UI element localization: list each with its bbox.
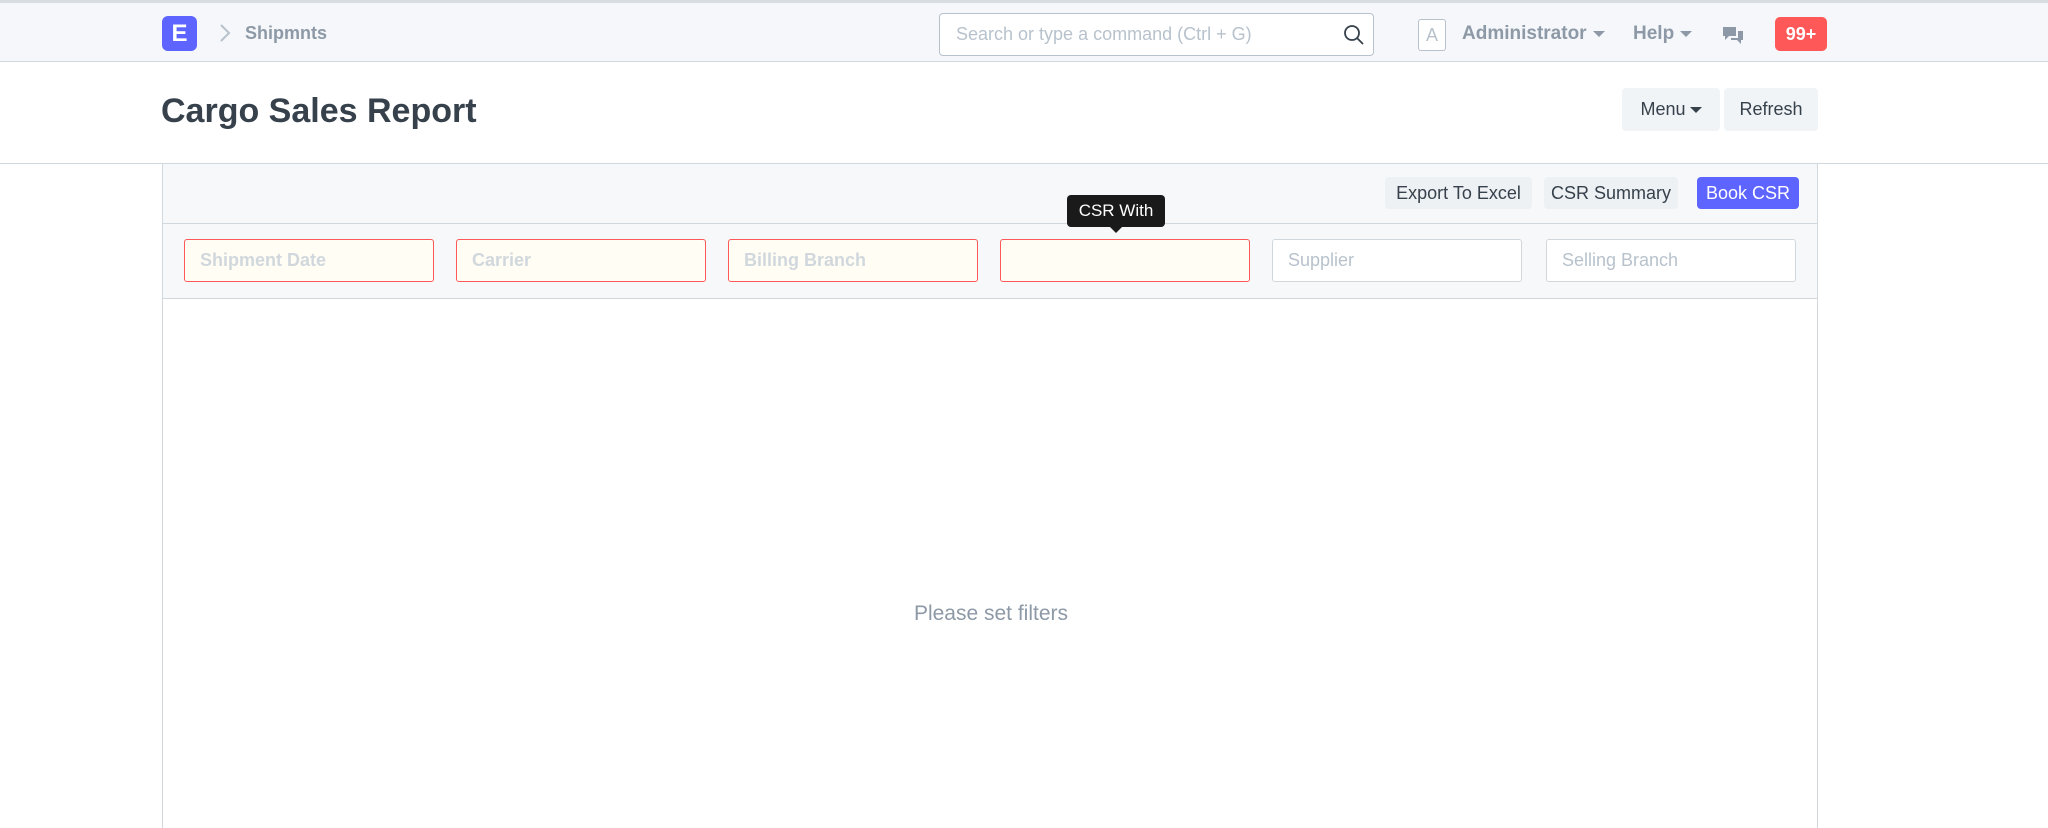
- page-head: Cargo Sales Report Menu Refresh: [0, 62, 2048, 164]
- csr-summary-button[interactable]: CSR Summary: [1544, 177, 1678, 209]
- user-menu[interactable]: Administrator: [1462, 23, 1605, 45]
- help-label: Help: [1633, 23, 1675, 44]
- csr-with-tooltip: CSR With: [1067, 195, 1165, 233]
- breadcrumb-shipmnts[interactable]: Shipmnts: [245, 23, 327, 44]
- shipment-date-field[interactable]: [184, 239, 434, 282]
- report-toolbar: Export To Excel CSR Summary Book CSR CSR…: [163, 164, 1817, 233]
- caret-down-icon: [1592, 30, 1605, 37]
- book-csr-button[interactable]: Book CSR: [1697, 177, 1799, 209]
- csr-with-field[interactable]: [1000, 239, 1250, 282]
- menu-label: Menu: [1640, 99, 1686, 119]
- billing-branch-field[interactable]: [728, 239, 978, 282]
- caret-down-icon: [1680, 30, 1693, 37]
- search-bar: [939, 13, 1374, 56]
- app-logo[interactable]: E: [162, 16, 197, 51]
- caret-down-icon: [1689, 107, 1702, 114]
- search-input[interactable]: [940, 14, 1320, 55]
- filter-bar: [163, 224, 1817, 299]
- report-frame: Export To Excel CSR Summary Book CSR CSR…: [162, 164, 1818, 828]
- search-icon[interactable]: [1343, 24, 1365, 46]
- avatar[interactable]: A: [1418, 19, 1446, 51]
- carrier-field[interactable]: [456, 239, 706, 282]
- export-to-excel-button[interactable]: Export To Excel: [1385, 177, 1532, 209]
- notification-badge[interactable]: 99+: [1775, 17, 1827, 51]
- user-name: Administrator: [1462, 23, 1587, 44]
- navbar: E Shipmnts A Administrator Help 99+: [0, 0, 2048, 62]
- empty-state-message: Please set filters: [913, 602, 1069, 625]
- chat-icon[interactable]: [1721, 24, 1745, 46]
- refresh-button[interactable]: Refresh: [1724, 88, 1818, 131]
- selling-branch-field[interactable]: [1546, 239, 1796, 282]
- menu-button[interactable]: Menu: [1622, 88, 1720, 131]
- supplier-field[interactable]: [1272, 239, 1522, 282]
- page-title: Cargo Sales Report: [161, 92, 477, 130]
- chevron-right-icon: [220, 24, 231, 42]
- help-menu[interactable]: Help: [1633, 23, 1693, 45]
